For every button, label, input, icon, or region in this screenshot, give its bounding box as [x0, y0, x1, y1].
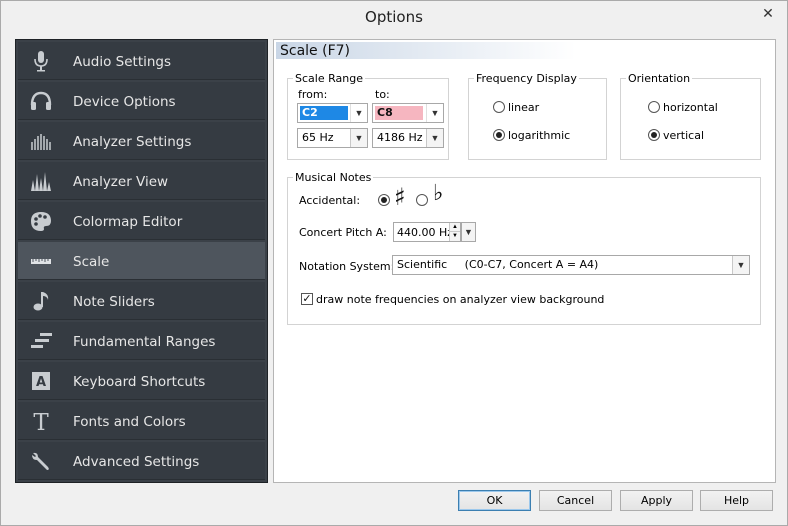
chevron-down-icon: ▼ — [426, 129, 443, 147]
analyzer-view-icon — [28, 170, 54, 192]
from-frequency-select[interactable]: 65 Hz ▼ — [297, 128, 368, 148]
frequency-display-group — [468, 78, 607, 160]
from-frequency-value: 65 Hz — [302, 131, 334, 144]
accidental-label: Accidental: — [299, 194, 361, 207]
sidebar-item-label: Note Sliders — [73, 294, 155, 310]
palette-icon — [28, 210, 54, 232]
ruler-icon — [28, 250, 54, 272]
concert-pitch-value: 440.00 Hz — [397, 226, 454, 239]
cancel-button[interactable]: Cancel — [539, 490, 612, 511]
frequency-display-label: Frequency Display — [474, 72, 579, 85]
concert-pitch-dropdown[interactable]: ▼ — [461, 222, 476, 242]
sidebar-item-colormap-editor[interactable]: Colormap Editor — [18, 202, 265, 240]
vertical-radio[interactable] — [648, 129, 660, 141]
flat-icon: ♭ — [433, 181, 444, 206]
musical-notes-label: Musical Notes — [293, 171, 374, 184]
vertical-label: vertical — [663, 129, 705, 142]
wrench-icon — [28, 450, 54, 472]
sidebar-item-label: Fundamental Ranges — [73, 334, 216, 350]
sidebar-item-label: Scale — [73, 254, 110, 270]
linear-radio[interactable] — [493, 101, 505, 113]
from-note-select[interactable]: C2 ▼ — [297, 103, 368, 123]
analyzer-settings-icon — [28, 130, 54, 152]
flat-radio[interactable] — [416, 194, 428, 206]
options-dialog: Options ✕ Audio Settings Device Options … — [0, 0, 788, 526]
sidebar-item-device-options[interactable]: Device Options — [18, 82, 265, 120]
chevron-down-icon: ▼ — [426, 104, 443, 122]
concert-pitch-label: Concert Pitch A: — [299, 226, 387, 239]
sidebar-item-fonts-and-colors[interactable]: T Fonts and Colors — [18, 402, 265, 440]
sidebar: Audio Settings Device Options Analyzer S… — [15, 39, 268, 483]
to-frequency-select[interactable]: 4186 Hz ▼ — [372, 128, 444, 148]
chevron-down-icon: ▼ — [462, 223, 475, 241]
sidebar-item-label: Fonts and Colors — [73, 414, 186, 430]
horizontal-radio[interactable] — [648, 101, 660, 113]
chevron-down-icon: ▼ — [350, 129, 367, 147]
to-note-value: C8 — [375, 106, 423, 120]
panel-header: Scale (F7) — [276, 42, 576, 59]
notation-system-label: Notation System: — [299, 260, 395, 273]
logarithmic-label: logarithmic — [508, 129, 571, 142]
sidebar-item-label: Device Options — [73, 94, 176, 110]
orientation-group — [620, 78, 761, 160]
sidebar-item-audio-settings[interactable]: Audio Settings — [18, 42, 265, 80]
sidebar-item-advanced-settings[interactable]: Advanced Settings — [18, 442, 265, 480]
chevron-down-icon: ▼ — [732, 256, 749, 274]
logarithmic-radio[interactable] — [493, 129, 505, 141]
notation-system-value: Scientific (C0-C7, Concert A = A4) — [397, 258, 599, 271]
from-label: from: — [298, 88, 328, 101]
microphone-icon — [28, 50, 54, 72]
ranges-icon — [28, 330, 54, 352]
font-icon: T — [28, 410, 54, 436]
svg-text:T: T — [33, 410, 49, 432]
horizontal-label: horizontal — [663, 101, 718, 114]
spin-up-icon[interactable]: ▲ — [449, 223, 460, 232]
music-note-icon — [28, 290, 54, 312]
spin-down-icon[interactable]: ▼ — [449, 232, 460, 241]
panel-title: Scale (F7) — [280, 43, 350, 59]
scale-range-label: Scale Range — [293, 72, 365, 85]
orientation-label: Orientation — [626, 72, 693, 85]
sharp-radio[interactable] — [378, 194, 390, 206]
to-note-select[interactable]: C8 ▼ — [372, 103, 444, 123]
draw-frequencies-label: draw note frequencies on analyzer view b… — [316, 293, 605, 306]
sidebar-item-label: Colormap Editor — [73, 214, 183, 230]
concert-pitch-spinbox[interactable]: 440.00 Hz ▲ ▼ — [393, 222, 461, 242]
headphones-icon — [28, 90, 54, 112]
sidebar-item-analyzer-settings[interactable]: Analyzer Settings — [18, 122, 265, 160]
scale-settings-panel: Scale (F7) Scale Range from: to: C2 ▼ C8… — [273, 39, 776, 483]
apply-button[interactable]: Apply — [620, 490, 693, 511]
close-button[interactable]: ✕ — [754, 3, 782, 23]
title-bar: Options ✕ — [1, 1, 787, 32]
sidebar-item-label: Advanced Settings — [73, 454, 200, 470]
draw-frequencies-checkbox[interactable]: ✓ — [301, 293, 313, 305]
to-label: to: — [375, 88, 390, 101]
to-frequency-value: 4186 Hz — [377, 131, 423, 144]
sidebar-item-label: Audio Settings — [73, 54, 172, 70]
help-button[interactable]: Help — [700, 490, 773, 511]
sharp-icon: ♯ — [394, 183, 406, 211]
sidebar-item-scale[interactable]: Scale — [18, 242, 265, 280]
sidebar-item-label: Keyboard Shortcuts — [73, 374, 206, 390]
notation-system-select[interactable]: Scientific (C0-C7, Concert A = A4) ▼ — [392, 255, 750, 275]
sidebar-item-analyzer-view[interactable]: Analyzer View — [18, 162, 265, 200]
ok-button[interactable]: OK — [458, 490, 531, 511]
window-title: Options — [365, 8, 423, 26]
sidebar-item-note-sliders[interactable]: Note Sliders — [18, 282, 265, 320]
linear-label: linear — [508, 101, 540, 114]
sidebar-item-fundamental-ranges[interactable]: Fundamental Ranges — [18, 322, 265, 360]
sidebar-item-label: Analyzer View — [73, 174, 169, 190]
sidebar-item-label: Analyzer Settings — [73, 134, 192, 150]
chevron-down-icon: ▼ — [350, 104, 367, 122]
keyboard-key-icon: A — [28, 370, 54, 392]
from-note-value: C2 — [300, 106, 348, 120]
sidebar-item-keyboard-shortcuts[interactable]: A Keyboard Shortcuts — [18, 362, 265, 400]
svg-text:A: A — [36, 375, 46, 390]
